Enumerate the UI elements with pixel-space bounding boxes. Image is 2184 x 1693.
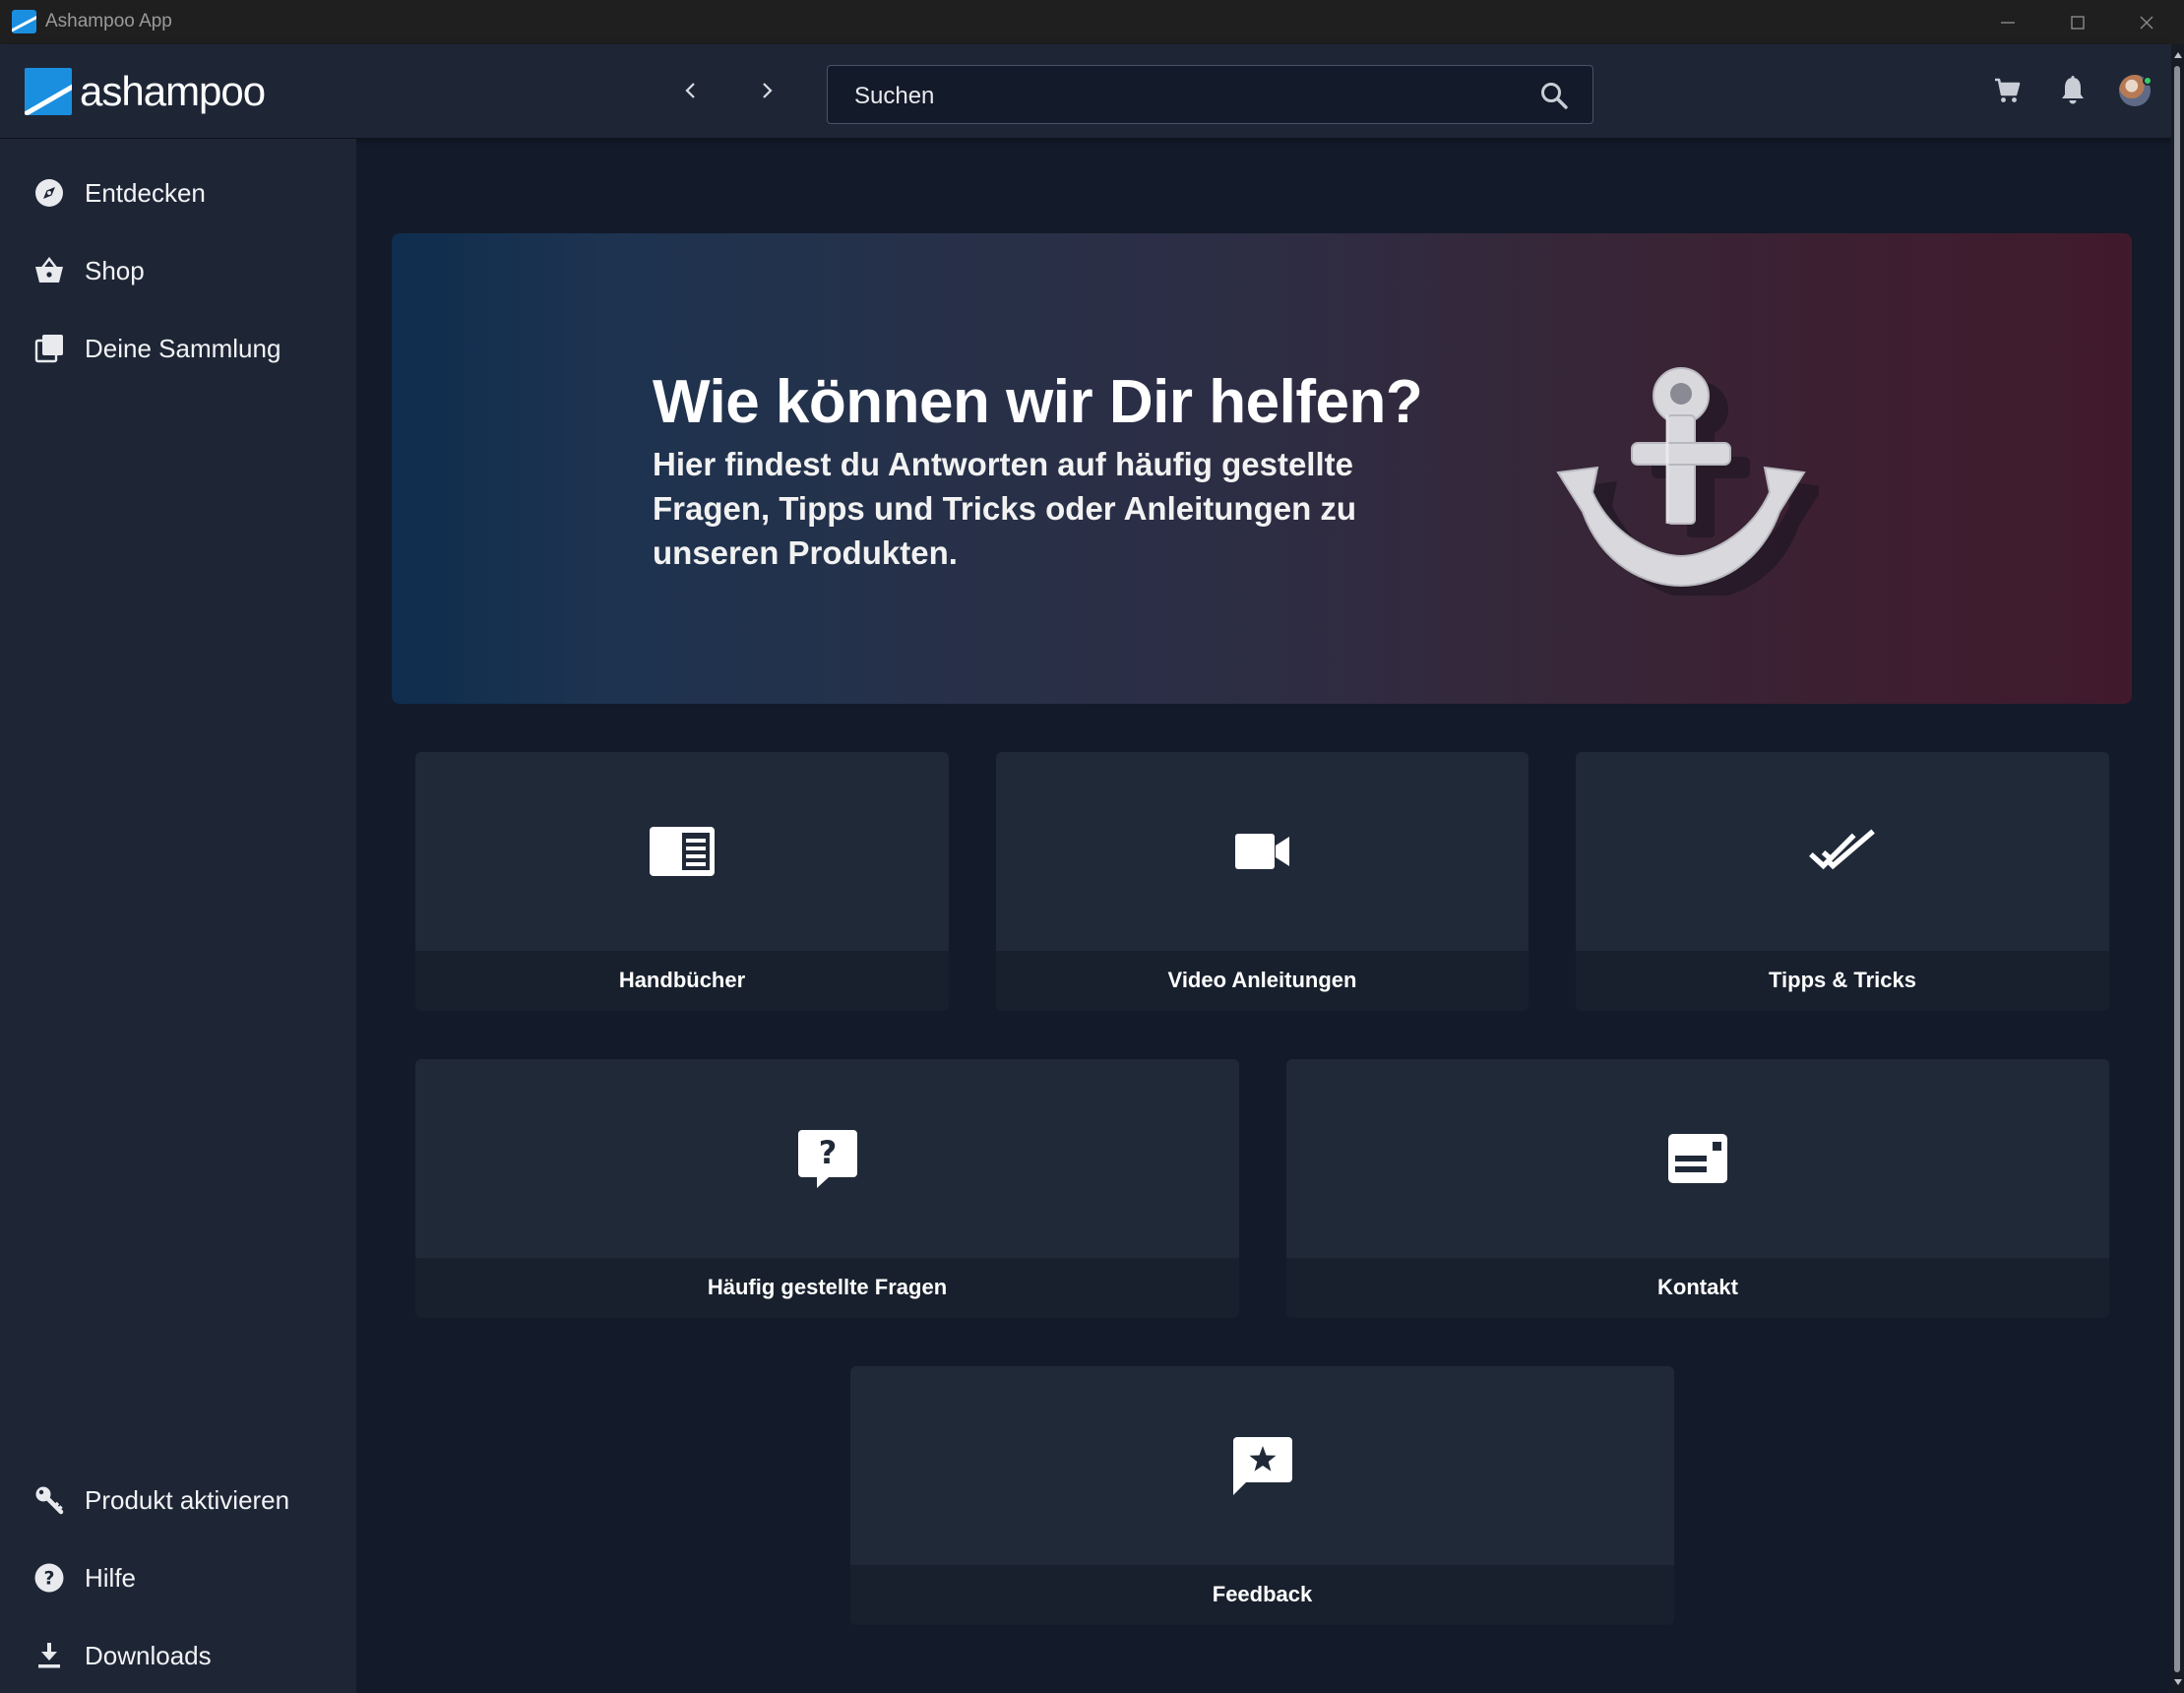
search-placeholder: Suchen — [854, 83, 935, 109]
sidebar-item-label: Entdecken — [85, 177, 206, 208]
card-video-anleitungen[interactable]: Video Anleitungen — [996, 752, 1529, 1011]
scroll-down-arrow-icon[interactable] — [2174, 1679, 2182, 1685]
help-icon: ? — [32, 1561, 66, 1595]
card-label: Tipps & Tricks — [1769, 968, 1916, 992]
svg-text:?: ? — [43, 1568, 54, 1590]
card-label: Kontakt — [1657, 1275, 1738, 1299]
sidebar-item-entdecken[interactable]: Entdecken — [0, 163, 356, 222]
sidebar-item-label: Hilfe — [85, 1562, 137, 1593]
ashampoo-logo[interactable]: ashampoo — [25, 67, 266, 116]
hero-title: Wie können wir Dir helfen? — [653, 368, 1423, 436]
logo-text: ashampoo — [80, 68, 266, 114]
minimize-icon — [2001, 21, 2015, 24]
sidebar-item-deine-sammlung[interactable]: Deine Sammlung — [0, 319, 356, 378]
video-camera-icon — [1228, 817, 1297, 886]
svg-text:?: ? — [818, 1134, 837, 1171]
minimize-button[interactable] — [1973, 0, 2042, 44]
app-window: Ashampoo App ashampoo Suchen Entdecken S… — [0, 0, 2184, 1693]
logo-mark-icon — [25, 68, 72, 115]
contact-card-icon — [1663, 1124, 1732, 1193]
double-check-icon — [1808, 817, 1877, 886]
card-haeufig-gestellte-fragen[interactable]: ? Häufig gestellte Fragen — [415, 1059, 1239, 1318]
basket-icon — [32, 254, 66, 287]
search-icon[interactable] — [1539, 81, 1569, 110]
download-icon — [32, 1639, 66, 1672]
sidebar-item-label: Shop — [85, 255, 145, 285]
card-label: Handbücher — [618, 968, 746, 992]
chevron-left-icon — [685, 83, 695, 98]
maximize-icon — [2071, 15, 2085, 30]
card-handbuecher[interactable]: Handbücher — [415, 752, 949, 1011]
sidebar-item-produkt-aktivieren[interactable]: Produkt aktivieren — [0, 1471, 356, 1530]
maximize-button[interactable] — [2043, 0, 2112, 44]
card-feedback[interactable]: Feedback — [850, 1366, 1674, 1625]
app-icon — [12, 10, 36, 33]
back-button[interactable] — [671, 71, 711, 110]
sidebar-item-label: Produkt aktivieren — [85, 1484, 290, 1515]
forward-button[interactable] — [747, 71, 786, 110]
window-title: Ashampoo App — [45, 11, 172, 31]
cart-button[interactable] — [1987, 71, 2027, 110]
chevron-right-icon — [763, 83, 773, 98]
sidebar-item-shop[interactable]: Shop — [0, 241, 356, 300]
card-label: Häufig gestellte Fragen — [707, 1275, 948, 1299]
search-input[interactable]: Suchen — [827, 65, 1593, 124]
sidebar-item-label: Deine Sammlung — [85, 333, 281, 363]
close-button[interactable] — [2112, 0, 2181, 44]
question-bubble-icon: ? — [793, 1124, 862, 1193]
cart-icon — [1995, 78, 2021, 102]
compass-icon — [32, 176, 66, 210]
scrollbar[interactable] — [2171, 44, 2184, 1693]
sidebar-item-hilfe[interactable]: ? Hilfe — [0, 1548, 356, 1607]
close-icon — [2140, 16, 2153, 29]
notifications-button[interactable] — [2053, 71, 2092, 110]
card-tipps-tricks[interactable]: Tipps & Tricks — [1576, 752, 2109, 1011]
bell-icon — [2062, 76, 2084, 104]
title-bar: Ashampoo App — [0, 0, 2184, 44]
card-label: Video Anleitungen — [1167, 968, 1357, 992]
collection-icon — [32, 332, 66, 365]
online-status-dot — [2143, 76, 2153, 86]
manual-icon — [648, 817, 717, 886]
sidebar-item-downloads[interactable]: Downloads — [0, 1626, 356, 1685]
hero-subtitle: Hier findest du Antworten auf häufig ges… — [653, 446, 1357, 571]
anchor-illustration — [1556, 367, 1819, 596]
star-bubble-icon — [1228, 1431, 1297, 1500]
scroll-up-arrow-icon[interactable] — [2174, 52, 2182, 58]
sidebar: Entdecken Shop Deine Sammlung Produkt ak… — [0, 139, 356, 1693]
help-hero-banner: Wie können wir Dir helfen? Hier findest … — [392, 233, 2132, 704]
scroll-thumb[interactable] — [2174, 66, 2180, 1672]
key-icon — [32, 1483, 66, 1517]
card-kontakt[interactable]: Kontakt — [1286, 1059, 2109, 1318]
card-label: Feedback — [1212, 1582, 1313, 1606]
sidebar-item-label: Downloads — [85, 1640, 212, 1670]
